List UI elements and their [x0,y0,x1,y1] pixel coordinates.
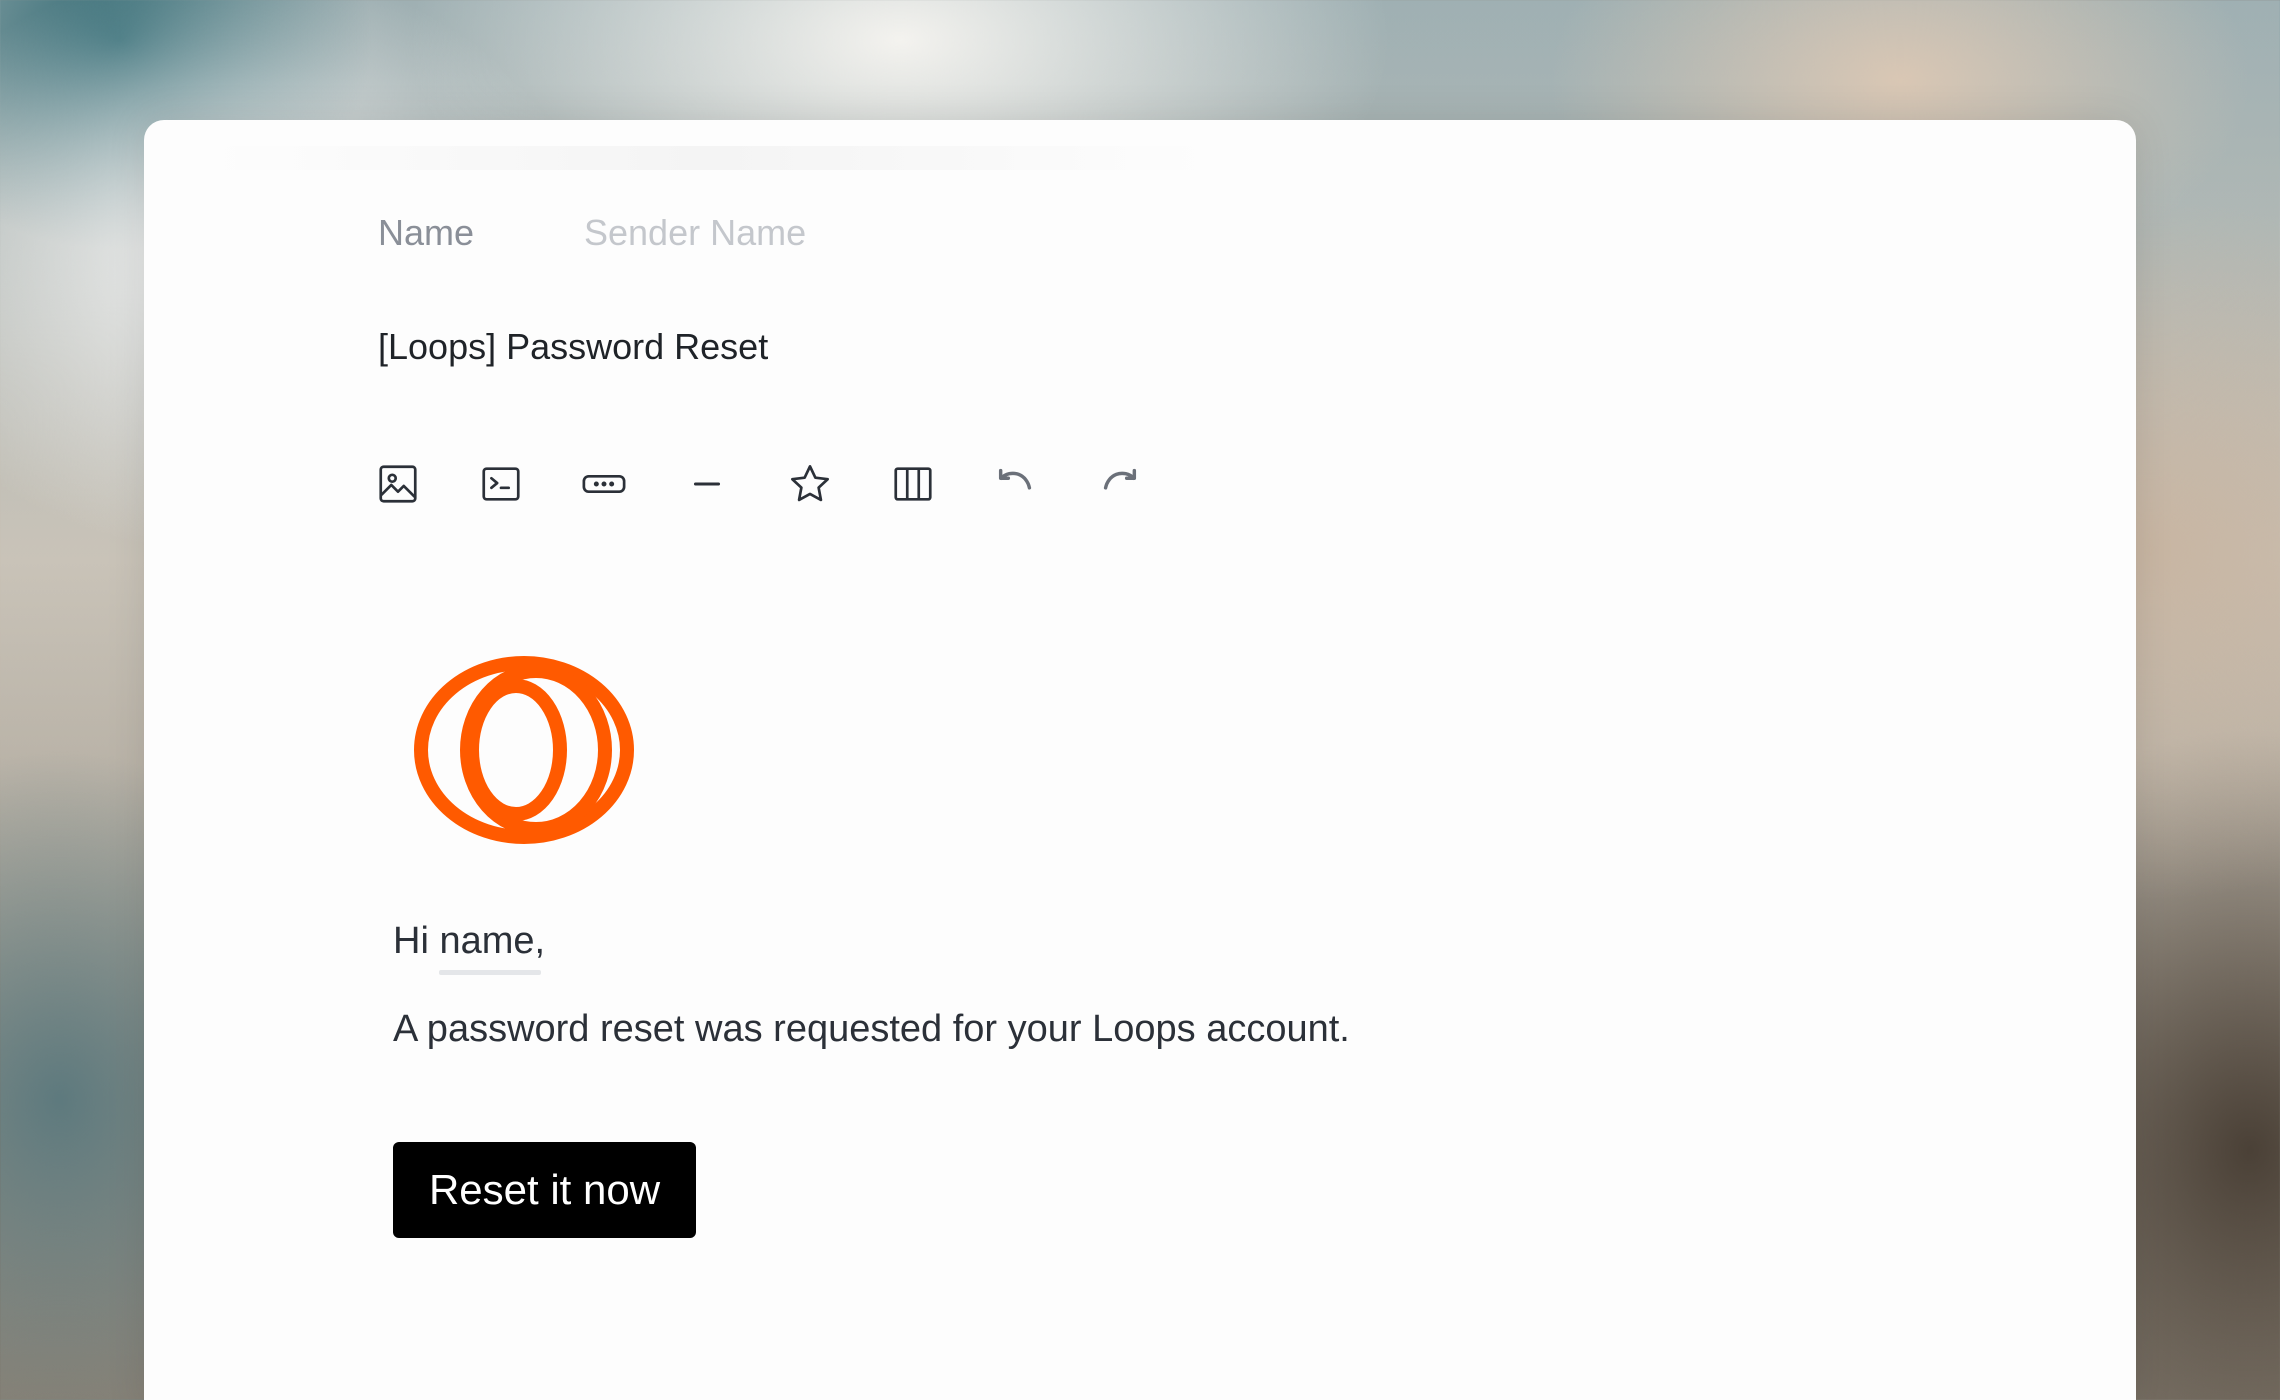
insert-social-button[interactable] [786,460,834,508]
image-icon [379,465,417,503]
code-block-icon [482,467,520,501]
insert-image-button[interactable] [374,460,422,508]
insert-divider-button[interactable] [683,460,731,508]
name-variable-token[interactable]: name [439,920,541,975]
button-icon [582,474,626,494]
sender-name-input[interactable]: Sender Name [584,212,806,254]
star-icon [791,465,829,502]
reset-it-now-button[interactable]: Reset it now [393,1142,696,1238]
sender-name-label: Name [378,212,475,253]
insert-code-button[interactable] [477,460,525,508]
loops-logo [414,656,634,844]
window-top-highlight [210,146,1210,170]
email-editor-window: Name Sender Name [Loops] Password Reset [144,120,2136,1400]
columns-icon [894,467,932,501]
undo-button[interactable] [992,460,1040,508]
body-paragraph[interactable]: A password reset was requested for your … [393,1008,1350,1051]
insert-button-button[interactable] [580,460,628,508]
sender-row: Name Sender Name [378,212,806,254]
editor-toolbar [374,460,1198,508]
redo-button[interactable] [1095,460,1143,508]
insert-columns-button[interactable] [889,460,937,508]
greeting-line: Hi name, [393,920,546,975]
undo-icon [998,468,1032,490]
subject-field[interactable]: [Loops] Password Reset [378,326,768,368]
redo-icon [1103,468,1137,490]
greeting-prefix: Hi [393,920,440,962]
divider-icon [693,482,721,486]
greeting-suffix: , [534,920,546,962]
